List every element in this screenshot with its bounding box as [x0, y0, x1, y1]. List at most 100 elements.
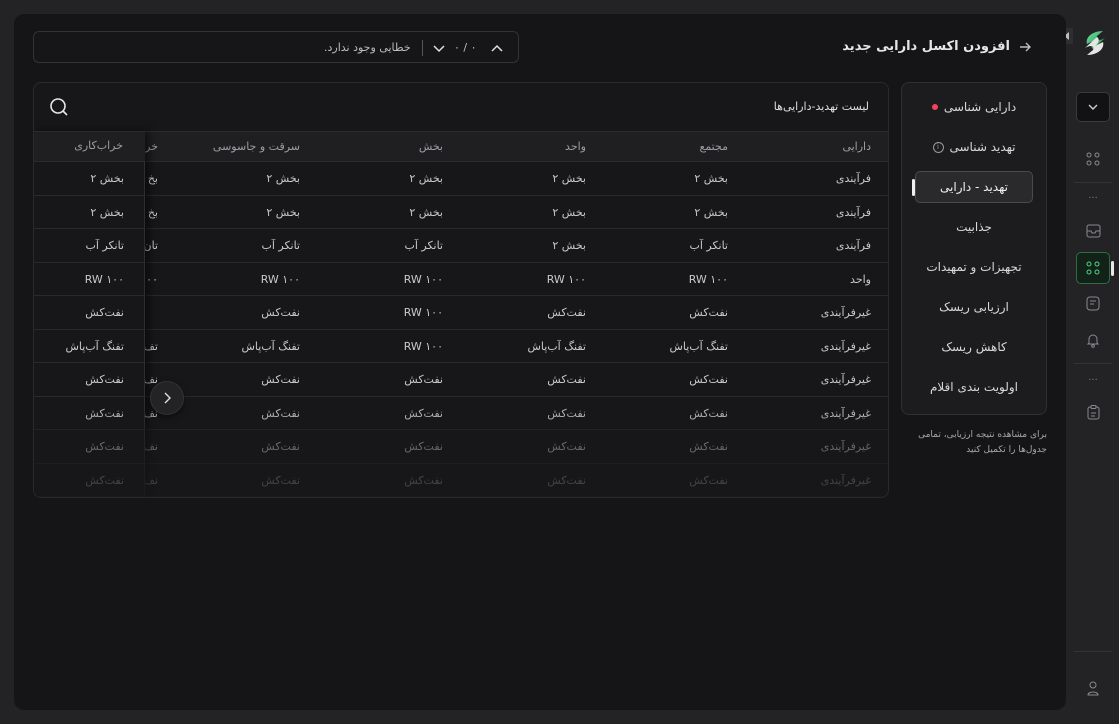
- table-cell: نفت‌کش: [689, 473, 728, 487]
- threat-asset-table-card: لیست تهدید-دارایی‌ها دارایی مجتمع واحد ب…: [33, 82, 889, 498]
- column-header: خراب‌کاری: [74, 139, 123, 152]
- table-row[interactable]: غیرفرآیندی نفت‌کش نفت‌کش نفت‌کش نفت‌کش نف: [34, 430, 888, 464]
- info-icon: i: [932, 141, 944, 153]
- table-cell: بخ: [147, 205, 158, 219]
- step-risk-reduction[interactable]: کاهش ریسک: [915, 331, 1033, 363]
- table-row[interactable]: تفنگ آب‌پاش: [34, 330, 145, 363]
- table-cell: نفت‌کش: [689, 440, 728, 453]
- table-row[interactable]: غیرفرآیندی نفت‌کش نفت‌کش RW ۱۰۰ نفت‌کش: [34, 296, 888, 330]
- table-cell: غیرفرآیندی: [820, 339, 871, 353]
- step-asset-identification[interactable]: دارایی شناسی: [915, 91, 1033, 123]
- table-cell: نفت‌کش: [404, 373, 443, 386]
- table-cell: نفت‌کش: [689, 306, 728, 319]
- column-header: واحد: [565, 140, 586, 153]
- table-cell: فرآیندی: [835, 239, 871, 252]
- table-header: دارایی مجتمع واحد بخش سرقت و جاسوسی خر: [34, 131, 888, 162]
- table-cell: فرآیندی: [835, 205, 871, 219]
- table-cell: نفت‌کش: [261, 306, 300, 319]
- chevron-down-icon: [1088, 104, 1098, 110]
- search-icon[interactable]: [49, 97, 69, 117]
- table-row[interactable]: غیرفرآیندی نفت‌کش نفت‌کش نفت‌کش نفت‌کش نف: [34, 464, 888, 497]
- step-risk-assessment[interactable]: ارزیابی ریسک: [915, 291, 1033, 323]
- step-threat-identification[interactable]: تهدید شناسی i: [915, 131, 1033, 163]
- table-cell: نفت‌کش: [261, 440, 300, 453]
- table-cell: تانکر آب: [85, 239, 124, 252]
- table-cell: نفت‌کش: [85, 373, 124, 386]
- table-cell: نفت‌کش: [689, 373, 728, 386]
- table-row[interactable]: فرآیندی بخش ۲ بخش ۲ بخش ۲ بخش ۲ بخ: [34, 196, 888, 229]
- table-cell: نفت‌کش: [404, 406, 443, 420]
- table-cell: بخ: [147, 172, 158, 185]
- more-dots-icon: ···: [1088, 193, 1098, 204]
- table-row[interactable]: فرآیندی تانکر آب بخش ۲ تانکر آب تانکر آب تان: [34, 229, 888, 263]
- step-equipment[interactable]: تجهیزات و تمهیدات: [915, 251, 1033, 283]
- table-row[interactable]: بخش ۲: [34, 162, 145, 196]
- sticky-column: خراب‌کاری بخش ۲ بخش ۲ تانکر آب RW ۱۰۰ نفت‌کش…: [34, 131, 145, 497]
- table-row[interactable]: تانکر آب: [34, 229, 145, 263]
- table-row[interactable]: نفت‌کش: [34, 397, 145, 430]
- step-label: تهدید - دارایی: [940, 180, 1008, 194]
- brand-logo-icon[interactable]: [1081, 29, 1109, 57]
- table-row[interactable]: فرآیندی بخش ۲ بخش ۲ بخش ۲ بخش ۲ بخ: [34, 162, 888, 196]
- more-dots-icon: ···: [1088, 375, 1098, 386]
- table-cell: غیرفرآیندی: [820, 306, 871, 319]
- table-title: لیست تهدید-دارایی‌ها: [773, 100, 869, 113]
- table-cell: بخش ۲: [552, 172, 586, 185]
- arrow-right-icon[interactable]: [1017, 39, 1033, 55]
- table-row[interactable]: بخش ۲: [34, 196, 145, 229]
- rail-divider: [1074, 651, 1112, 652]
- column-header: خر: [145, 140, 158, 153]
- workspace-dropdown[interactable]: [1076, 92, 1110, 122]
- table-row[interactable]: نفت‌کش: [34, 296, 145, 330]
- table-cell: RW ۱۰۰: [403, 339, 443, 353]
- table-cell: بخش ۲: [552, 239, 586, 252]
- table-cell: بخش ۲: [409, 205, 443, 219]
- table-cell: نفت‌کش: [404, 440, 443, 453]
- table-cell: نفت‌کش: [261, 473, 300, 487]
- step-prioritization[interactable]: اولویت بندی اقلام: [915, 371, 1033, 403]
- table-cell: RW ۱۰۰: [260, 272, 300, 286]
- column-header: دارایی: [842, 140, 871, 153]
- incomplete-dot-icon: [931, 104, 938, 110]
- table-cell: تانکر آب: [261, 239, 300, 252]
- page-title: افزودن اکسل دارایی جدید: [842, 39, 1010, 54]
- column-header: مجتمع: [699, 140, 728, 153]
- table-row[interactable]: نفت‌کش: [34, 363, 145, 397]
- table-cell: نفت‌کش: [85, 306, 124, 319]
- table-row[interactable]: نفت‌کش: [34, 430, 145, 464]
- chevron-down-icon[interactable]: [431, 40, 447, 56]
- table-cell: تان: [143, 239, 159, 252]
- table-cell: نفت‌کش: [547, 406, 586, 420]
- step-label: کاهش ریسک: [941, 340, 1007, 354]
- step-attractiveness[interactable]: جذابیت: [915, 211, 1033, 243]
- table-cell: تانکر آب: [404, 239, 443, 252]
- table-cell: بخش ۲: [90, 205, 124, 219]
- clipboard-icon[interactable]: [1080, 399, 1106, 425]
- table-cell: نفت‌کش: [547, 373, 586, 386]
- table-cell: بخش ۲: [694, 172, 728, 185]
- table-row[interactable]: واحد RW ۱۰۰ RW ۱۰۰ RW ۱۰۰ RW ۱۰۰ ۱۰۰: [34, 263, 888, 296]
- error-navigator: ۰ / ۰ خطایی وجود ندارد.: [33, 31, 519, 63]
- user-icon[interactable]: [1080, 675, 1106, 701]
- completion-hint: برای مشاهده نتیجه ارزیابی، تمامی جدول‌ها…: [918, 430, 1047, 455]
- table-row[interactable]: غیرفرآیندی تفنگ آب‌پاش تفنگ آب‌پاش RW ۱۰۰ تف…: [34, 330, 888, 363]
- app-rail: ··· ···: [1061, 0, 1119, 724]
- table-cell: نفت‌کش: [261, 406, 300, 420]
- table-cell: تف: [143, 339, 158, 353]
- table-cell: بخش ۲: [409, 172, 443, 185]
- step-threat-asset[interactable]: تهدید - دارایی: [912, 171, 1033, 203]
- table-cell: بخش ۲: [266, 205, 300, 219]
- bell-icon[interactable]: [1080, 327, 1106, 353]
- chevron-up-icon[interactable]: [489, 40, 505, 56]
- table-row[interactable]: RW ۱۰۰: [34, 263, 145, 296]
- grid-apps-icon[interactable]: [1076, 252, 1114, 284]
- table-cell: نف: [143, 473, 158, 487]
- scroll-left-button[interactable]: [150, 381, 184, 415]
- table-cell: غیرفرآیندی: [820, 473, 871, 487]
- table-cell: بخش ۲: [266, 172, 300, 185]
- notes-icon[interactable]: [1080, 290, 1106, 316]
- inbox-icon[interactable]: [1080, 218, 1106, 244]
- table-cell: نفت‌کش: [404, 473, 443, 487]
- table-row[interactable]: نفت‌کش: [34, 464, 145, 497]
- dashboard-icon[interactable]: [1080, 146, 1106, 172]
